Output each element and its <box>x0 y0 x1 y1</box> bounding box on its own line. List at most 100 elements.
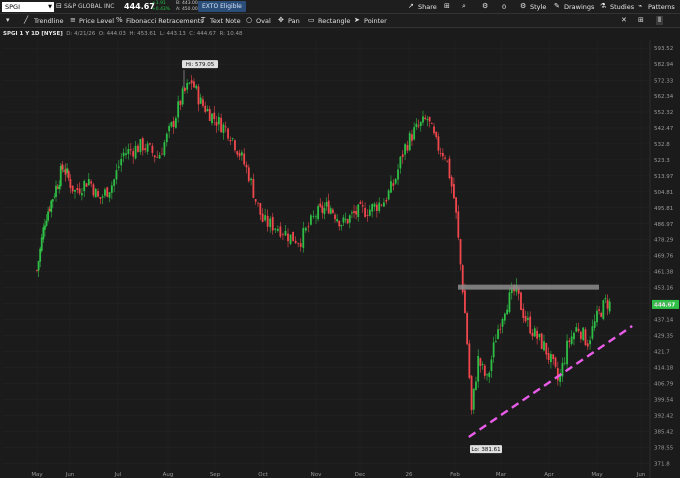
candle-body <box>520 292 522 311</box>
candle-body <box>315 216 317 218</box>
candle-body <box>591 326 594 339</box>
candle-body <box>608 301 611 312</box>
candle-body <box>368 209 371 216</box>
counter-badge[interactable]: 0 <box>502 3 506 11</box>
candle-body <box>158 154 161 159</box>
share-button[interactable]: Share <box>418 3 437 11</box>
candle-body <box>186 82 189 90</box>
candle-body <box>529 316 532 334</box>
candle-body <box>168 125 171 132</box>
y-tick-label: 371.8 <box>654 461 670 467</box>
oval-tool[interactable]: Oval <box>256 17 271 25</box>
candle-body <box>547 352 550 360</box>
candle-body <box>81 193 83 196</box>
exto-badge[interactable]: EXTO Eligible <box>198 1 246 12</box>
low-label: Lo: 381.61 <box>471 447 500 453</box>
candle-body <box>540 333 543 349</box>
candle-body <box>383 202 385 207</box>
candle-body <box>132 151 135 157</box>
candle-body <box>503 313 506 321</box>
pointer-icon: ➤ <box>354 16 360 24</box>
candle-body <box>174 118 177 128</box>
candle-body <box>355 210 358 215</box>
candle-body <box>213 112 216 120</box>
candle-body <box>545 342 548 355</box>
candle-body <box>134 145 137 159</box>
candle-body <box>554 357 557 367</box>
candle-body <box>304 227 307 231</box>
fibonacci-tool[interactable]: Fibonacci Retracements <box>126 17 204 25</box>
drawings-icon[interactable]: ✎ <box>554 2 560 10</box>
candle-body <box>317 206 320 220</box>
candle-body <box>197 86 200 105</box>
y-tick-label: 421.7 <box>654 350 670 356</box>
layout-grid-icon[interactable]: ⊞ <box>638 16 644 24</box>
style-icon[interactable]: ⚙ <box>520 2 526 10</box>
candle-body <box>582 327 585 341</box>
price-chart[interactable]: Hi: 579.05Lo: 381.61444.67 593.52582.945… <box>0 28 680 478</box>
legend-close: C: 444.67 <box>189 31 216 37</box>
columns-icon[interactable]: ⦀ <box>656 16 664 25</box>
candle-body <box>524 316 527 322</box>
candle-body <box>563 362 566 364</box>
bid-value: B: 443.00 <box>176 1 198 6</box>
candle-body <box>406 144 409 151</box>
candle-body <box>579 331 582 339</box>
candle-body <box>417 125 420 127</box>
rectangle-icon: ▭ <box>308 16 315 24</box>
fibonacci-icon: % <box>116 16 123 24</box>
candle-body <box>287 233 289 242</box>
pointer-tool[interactable]: Pointer <box>364 17 387 25</box>
candle-body <box>397 169 399 180</box>
candle-body <box>596 310 598 323</box>
pan-tool[interactable]: Pan <box>288 17 300 25</box>
studies-button[interactable]: Studies <box>610 3 634 11</box>
candle-body <box>53 196 56 198</box>
share-icon[interactable]: ↗ <box>408 2 414 10</box>
y-tick-label: 414.18 <box>654 365 674 371</box>
candle-body <box>327 200 330 214</box>
bid-ask: B: 443.00 A: 450.00 <box>176 1 198 12</box>
studies-icon[interactable]: ⚗ <box>600 2 606 10</box>
candle-body <box>217 116 220 125</box>
candle-body <box>334 214 336 220</box>
gear-icon[interactable]: ⚙ <box>482 2 488 10</box>
trendline-tool[interactable]: Trendline <box>34 17 64 25</box>
candle-body <box>59 166 62 187</box>
x-tick-label: Jun <box>65 472 75 478</box>
candle-body <box>208 109 211 121</box>
drawings-button[interactable]: Drawings <box>564 3 594 11</box>
candle-body <box>90 181 93 184</box>
candle-body <box>506 309 509 315</box>
link-icon[interactable]: ⊟ <box>56 2 62 10</box>
x-tick-label: Dec <box>355 472 366 478</box>
candle-body <box>92 184 95 196</box>
chevron-down-icon[interactable]: ▾ <box>6 16 10 24</box>
candle-body <box>359 201 362 204</box>
text-note-tool[interactable]: Text Note <box>210 17 241 25</box>
last-price: 444.67 <box>124 2 155 11</box>
style-button[interactable]: Style <box>530 3 546 11</box>
price-level-tool[interactable]: Price Level <box>79 17 114 25</box>
candle-body <box>110 185 113 193</box>
patterns-icon[interactable]: ⌁ <box>638 2 642 10</box>
symbol-input[interactable]: SPGI ▼ <box>2 2 54 12</box>
candle-body <box>151 145 154 153</box>
close-icon[interactable]: ✕ <box>621 16 627 24</box>
candle-body <box>404 144 406 155</box>
candle-body <box>161 153 163 155</box>
grid-icon[interactable]: ⊞ <box>444 2 450 10</box>
candle-body <box>346 219 349 224</box>
candle-body <box>63 170 65 172</box>
candle-body <box>479 358 482 366</box>
candle-body <box>97 191 99 197</box>
patterns-button[interactable]: Patterns <box>648 3 675 11</box>
candle-body <box>56 187 59 189</box>
search-icon[interactable]: ⌕ <box>462 2 466 11</box>
rectangle-tool[interactable]: Rectangle <box>318 17 350 25</box>
candle-body <box>202 99 204 106</box>
candle-body <box>437 136 440 151</box>
candle-body <box>430 123 433 124</box>
candle-body <box>492 342 495 358</box>
candle-body <box>45 220 48 226</box>
